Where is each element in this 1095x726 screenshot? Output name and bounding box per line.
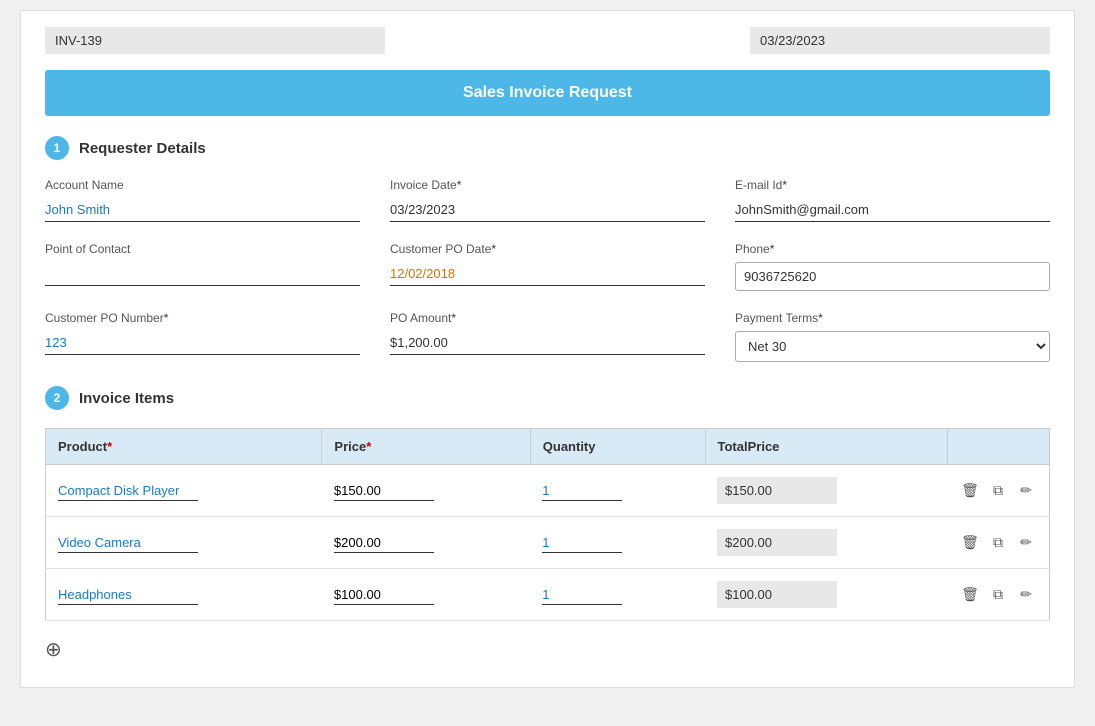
invoice-items-section-header: 2 Invoice Items: [45, 386, 1050, 410]
payment-terms-select[interactable]: Net 30 Net 60 Net 90 Due on Receipt: [735, 331, 1050, 362]
qty-input-1[interactable]: [542, 533, 622, 553]
customer-po-date-field: Customer PO Date: [390, 242, 705, 291]
email-label: E-mail Id: [735, 178, 1050, 192]
payment-terms-label: Payment Terms: [735, 311, 1050, 325]
poc-label: Point of Contact: [45, 242, 360, 256]
copy-icon-1[interactable]: ⧉: [987, 532, 1009, 554]
requester-section-title: Requester Details: [79, 140, 206, 157]
price-input-2[interactable]: [334, 585, 434, 605]
qty-input-0[interactable]: [542, 481, 622, 501]
invoice-items-section-title: Invoice Items: [79, 390, 174, 407]
sales-invoice-banner: Sales Invoice Request: [45, 70, 1050, 116]
product-input-0[interactable]: [58, 481, 198, 501]
email-input[interactable]: [735, 198, 1050, 222]
table-row: 🗑 ⧉ ✏: [46, 569, 1050, 621]
action-icons-2: 🗑 ⧉ ✏: [959, 584, 1037, 606]
col-quantity: Quantity: [530, 429, 705, 465]
poc-input[interactable]: [45, 262, 360, 286]
table-row: 🗑 ⧉ ✏: [46, 517, 1050, 569]
email-field: E-mail Id: [735, 178, 1050, 222]
cell-qty-2: [530, 569, 705, 621]
table-header-row: Product* Price* Quantity TotalPrice: [46, 429, 1050, 465]
delete-icon-1[interactable]: 🗑: [959, 532, 981, 554]
edit-icon-0[interactable]: ✏: [1015, 480, 1037, 502]
account-name-field: Account Name: [45, 178, 360, 222]
col-actions: [947, 429, 1050, 465]
col-total-price: TotalPrice: [705, 429, 947, 465]
customer-po-number-field: Customer PO Number: [45, 311, 360, 362]
copy-icon-0[interactable]: ⧉: [987, 480, 1009, 502]
cell-product-0: [46, 465, 322, 517]
account-name-input[interactable]: [45, 198, 360, 222]
total-input-1[interactable]: [717, 529, 837, 556]
po-amount-label: PO Amount: [390, 311, 705, 325]
invoice-date-top-field[interactable]: [750, 27, 1050, 54]
invoice-date-input[interactable]: [390, 198, 705, 222]
cell-product-2: [46, 569, 322, 621]
customer-po-number-label: Customer PO Number: [45, 311, 360, 325]
section-badge-2: 2: [45, 386, 69, 410]
customer-po-date-input[interactable]: [390, 262, 705, 286]
cell-product-1: [46, 517, 322, 569]
cell-total-2: [705, 569, 947, 621]
requester-details-section-header: 1 Requester Details: [45, 136, 1050, 160]
cell-price-1: [322, 517, 530, 569]
table-row: 🗑 ⧉ ✏: [46, 465, 1050, 517]
invoice-number-field[interactable]: [45, 27, 385, 54]
invoice-items-section: 2 Invoice Items Product* Price* Quantity…: [45, 386, 1050, 663]
section-badge-1: 1: [45, 136, 69, 160]
total-input-2[interactable]: [717, 581, 837, 608]
cell-total-0: [705, 465, 947, 517]
poc-field: Point of Contact: [45, 242, 360, 291]
delete-icon-2[interactable]: 🗑: [959, 584, 981, 606]
po-amount-input[interactable]: [390, 331, 705, 355]
po-amount-field: PO Amount: [390, 311, 705, 362]
customer-po-number-input[interactable]: [45, 331, 360, 355]
top-row: [45, 27, 1050, 54]
col-product: Product*: [46, 429, 322, 465]
cell-total-1: [705, 517, 947, 569]
customer-po-date-label: Customer PO Date: [390, 242, 705, 256]
invoice-items-tbody: 🗑 ⧉ ✏ 🗑 ⧉ ✏: [46, 465, 1050, 621]
total-input-0[interactable]: [717, 477, 837, 504]
add-row-button[interactable]: ⊕: [45, 635, 73, 663]
action-icons-0: 🗑 ⧉ ✏: [959, 480, 1037, 502]
phone-input[interactable]: [735, 262, 1050, 291]
invoice-items-table: Product* Price* Quantity TotalPrice: [45, 428, 1050, 621]
phone-field: Phone: [735, 242, 1050, 291]
price-input-1[interactable]: [334, 533, 434, 553]
page-container: Sales Invoice Request 1 Requester Detail…: [20, 10, 1075, 688]
cell-price-2: [322, 569, 530, 621]
account-name-label: Account Name: [45, 178, 360, 192]
invoice-date-field: Invoice Date: [390, 178, 705, 222]
requester-form-grid: Account Name Invoice Date E-mail Id Poin…: [45, 178, 1050, 362]
cell-actions-0: 🗑 ⧉ ✏: [947, 465, 1050, 517]
edit-icon-1[interactable]: ✏: [1015, 532, 1037, 554]
cell-actions-2: 🗑 ⧉ ✏: [947, 569, 1050, 621]
col-price: Price*: [322, 429, 530, 465]
copy-icon-2[interactable]: ⧉: [987, 584, 1009, 606]
payment-terms-field: Payment Terms Net 30 Net 60 Net 90 Due o…: [735, 311, 1050, 362]
action-icons-1: 🗑 ⧉ ✏: [959, 532, 1037, 554]
product-input-2[interactable]: [58, 585, 198, 605]
cell-qty-1: [530, 517, 705, 569]
invoice-date-label: Invoice Date: [390, 178, 705, 192]
cell-actions-1: 🗑 ⧉ ✏: [947, 517, 1050, 569]
product-input-1[interactable]: [58, 533, 198, 553]
phone-label: Phone: [735, 242, 1050, 256]
price-input-0[interactable]: [334, 481, 434, 501]
cell-qty-0: [530, 465, 705, 517]
cell-price-0: [322, 465, 530, 517]
qty-input-2[interactable]: [542, 585, 622, 605]
delete-icon-0[interactable]: 🗑: [959, 480, 981, 502]
edit-icon-2[interactable]: ✏: [1015, 584, 1037, 606]
